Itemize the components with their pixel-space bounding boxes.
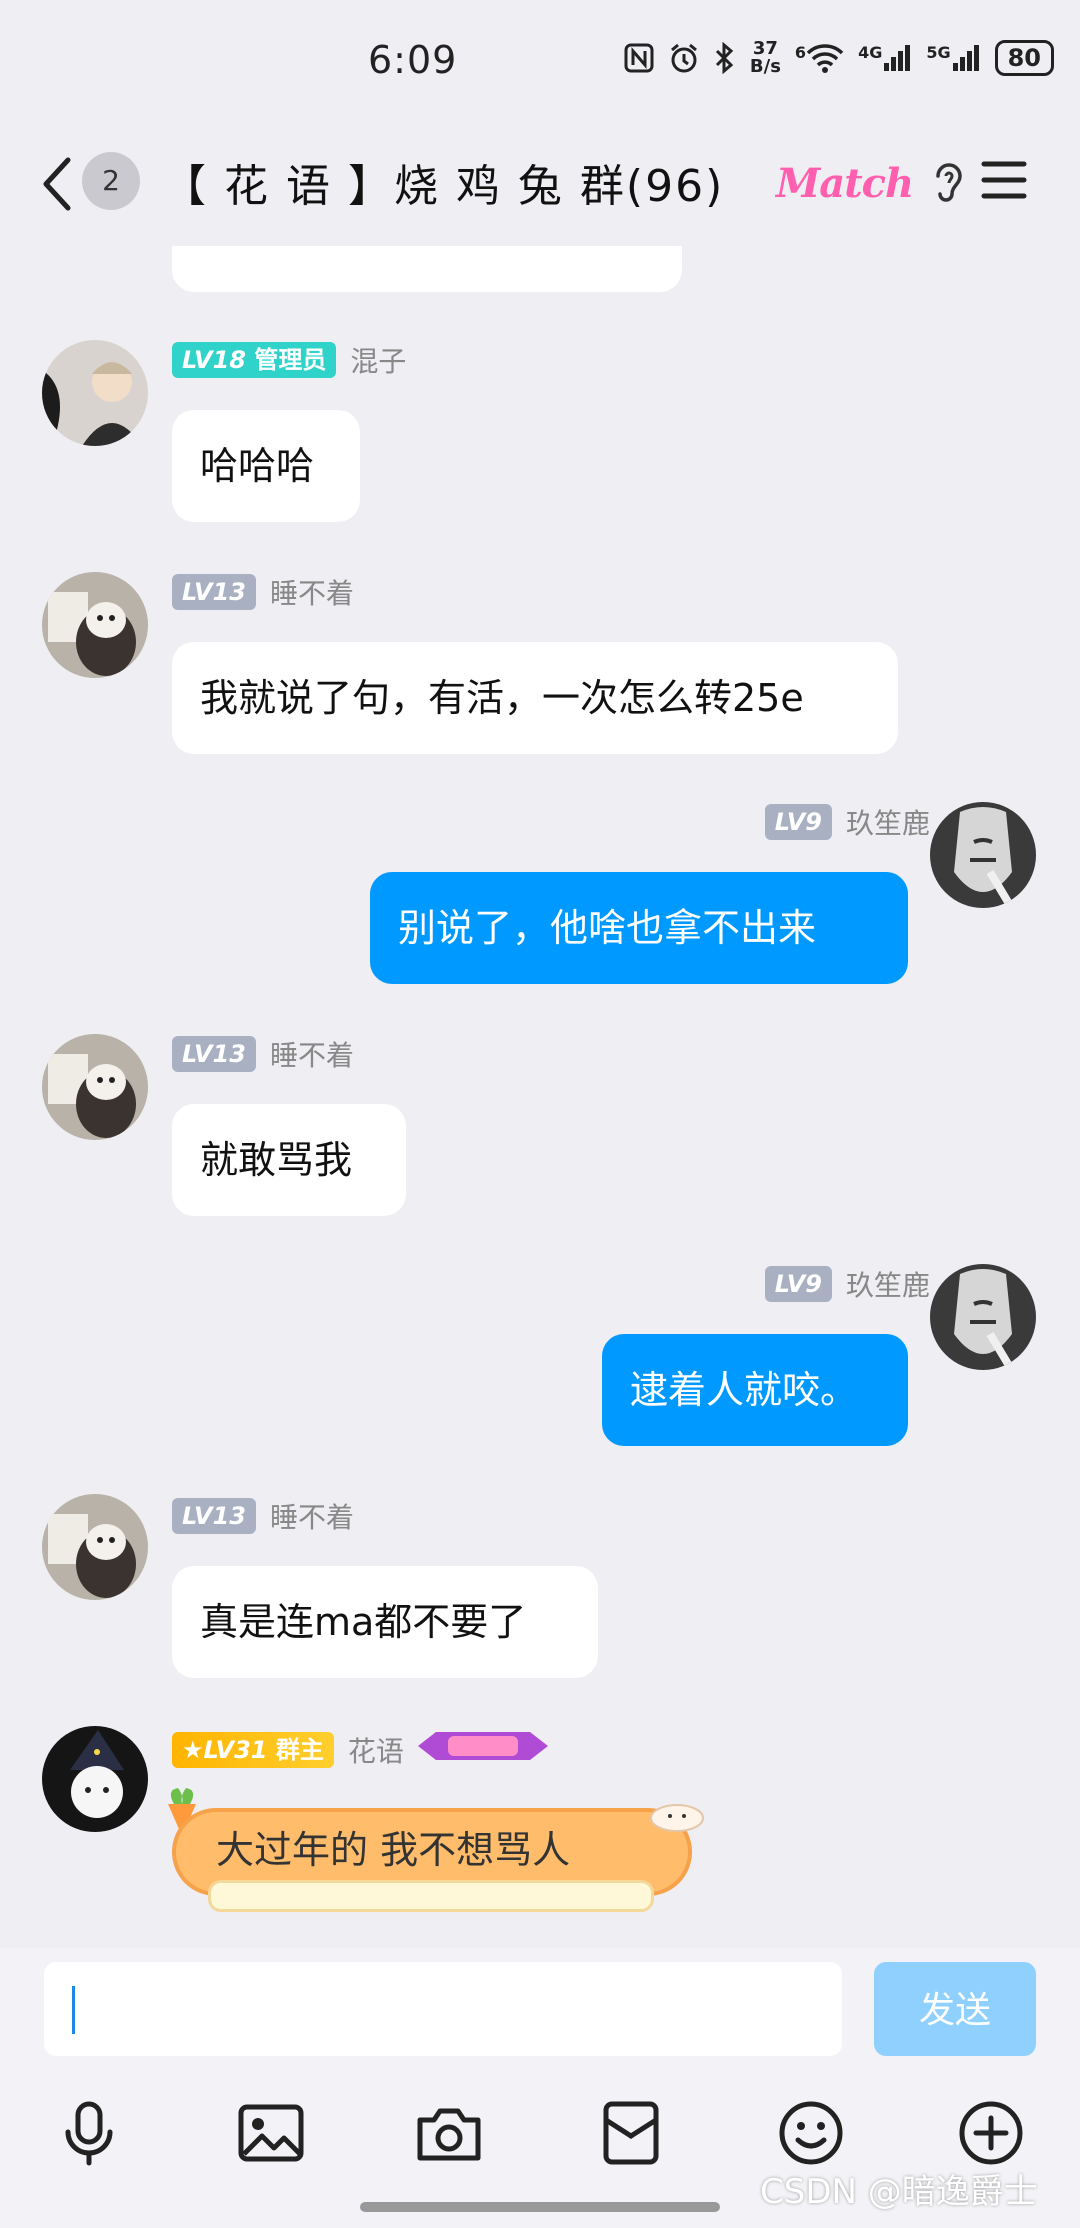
sender-meta: LV13 睡不着 [172,1034,354,1074]
avatar[interactable] [42,340,148,446]
chat-header: 2 【 花 语 】烧 鸡 兔 群(96) Match [0,120,1080,246]
camera-icon[interactable] [414,2098,484,2168]
avatar[interactable] [42,1726,148,1832]
ear-icon[interactable] [932,158,966,204]
menu-icon [981,161,1027,199]
unread-count-badge[interactable]: 2 [82,152,140,210]
sender-meta: LV9 玖笙鹿 [764,1264,930,1304]
sender-name[interactable]: 玖笙鹿 [846,1264,930,1304]
sender-name[interactable]: 睡不着 [270,572,354,612]
menu-button[interactable] [980,158,1028,202]
red-packet-icon[interactable] [596,2098,666,2168]
level-badge: ★LV31 群主 [172,1731,334,1768]
chat-title[interactable]: 【 花 语 】烧 鸡 兔 群(96) [162,150,724,214]
send-button[interactable]: 发送 [874,1962,1036,2056]
sender-name[interactable]: 混子 [350,340,406,380]
message-bubble[interactable]: 就敢骂我 [172,1104,406,1216]
match-logo[interactable]: Match [776,160,914,207]
sender-name[interactable]: 睡不着 [270,1034,354,1074]
sender-name[interactable]: 睡不着 [270,1496,354,1536]
emoji-icon[interactable] [776,2098,846,2168]
avatar[interactable] [42,1034,148,1140]
back-button[interactable] [36,154,80,214]
avatar[interactable] [42,572,148,678]
level-badge: LV18 管理员 [172,342,337,378]
sender-name[interactable]: 玖笙鹿 [846,802,930,842]
level-badge: LV13 [172,1036,256,1072]
text-caret [72,1986,75,2034]
sender-meta: LV18 管理员 混子 [172,340,406,380]
message-bubble-self[interactable]: 逮着人就咬。 [602,1334,908,1446]
mic-icon[interactable] [54,2098,124,2168]
level-badge: LV9 [764,1266,832,1302]
chat-messages[interactable]: LV18 管理员 混子 哈哈哈 LV13 睡不着 我就说了句，有活，一次怎么转2… [0,0,1080,1950]
back-icon [43,157,71,211]
message-input[interactable] [44,1962,842,2056]
home-indicator[interactable] [360,2202,720,2212]
message-bubble[interactable]: 真是连ma都不要了 [172,1566,598,1678]
message-bubble[interactable]: 哈哈哈 [172,410,360,522]
sender-meta: LV13 睡不着 [172,1496,354,1536]
watermark: CSDN @暗逸爵士 [760,2172,1038,2212]
sender-meta: ★LV31 群主 花语 [172,1728,548,1771]
honor-badge-icon [417,1728,548,1771]
avatar[interactable] [42,1494,148,1600]
sender-meta: LV9 玖笙鹿 [764,802,930,842]
bubble-decoration [208,1880,654,1912]
message-bubble-self[interactable]: 别说了，他啥也拿不出来 [370,872,908,984]
avatar-self[interactable] [930,1264,1036,1370]
sender-meta: LV13 睡不着 [172,572,354,612]
level-badge: LV13 [172,574,256,610]
star-icon: ★ [182,1735,204,1764]
message-bubble[interactable]: 我就说了句，有活，一次怎么转25e [172,642,898,754]
bunny-icon [648,1794,706,1836]
level-badge: LV13 [172,1498,256,1534]
avatar-self[interactable] [930,802,1036,908]
level-badge: LV9 [764,804,832,840]
sender-name[interactable]: 花语 [348,1730,404,1770]
image-icon[interactable] [236,2098,306,2168]
plus-icon[interactable] [956,2098,1026,2168]
